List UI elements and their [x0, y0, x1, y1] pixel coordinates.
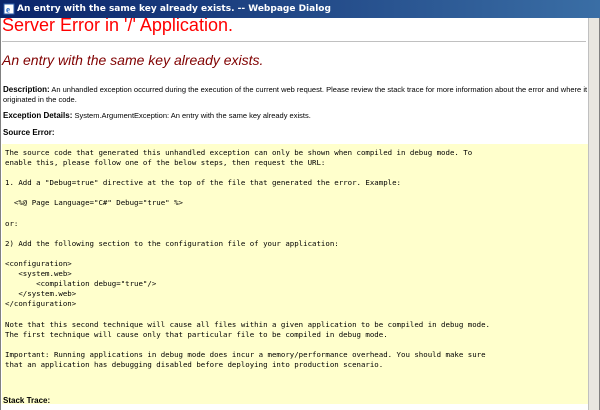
source-error-line [5, 340, 586, 350]
source-error-line: Important: Running applications in debug… [5, 349, 486, 359]
stack-trace-label: Stack Trace: [3, 396, 51, 405]
source-error-line: </system.web> [5, 289, 77, 299]
source-error-line: enable this, please follow one of the be… [5, 158, 326, 168]
source-error-line: <%@ Page Language="C#" Debug="true" %> [5, 198, 183, 208]
description-label: Description: [3, 85, 50, 94]
ie-page-icon: e [3, 3, 15, 15]
source-error-line: </configuration> [5, 299, 77, 309]
window-titlebar[interactable]: e An entry with the same key already exi… [0, 0, 600, 18]
window-title: An entry with the same key already exist… [17, 4, 331, 14]
source-error-line [5, 310, 586, 320]
exception-label: Exception Details: [3, 111, 73, 120]
svg-text:e: e [6, 5, 10, 15]
source-error-box: The source code that generated this unha… [2, 144, 589, 404]
source-error-line: The source code that generated this unha… [5, 148, 473, 157]
exception-paragraph: Exception Details: System.ArgumentExcept… [3, 111, 589, 121]
error-document: Server Error in '/' Application. An entr… [1, 18, 589, 410]
source-error-line [5, 249, 586, 259]
source-error-line: that an application has debugging disabl… [5, 359, 384, 369]
source-error-line: <configuration> [5, 259, 72, 269]
dialog-frame: Server Error in '/' Application. An entr… [0, 18, 600, 410]
source-error-line: <system.web> [5, 269, 72, 279]
source-error-line: 1. Add a "Debug=true" directive at the t… [5, 178, 402, 188]
source-error-line [5, 168, 586, 178]
source-error-line: The first technique will cause only that… [5, 329, 388, 339]
vertical-scrollbar[interactable] [588, 18, 599, 410]
source-error-line: Note that this second technique will cau… [5, 319, 490, 329]
exception-text: System.ArgumentException: An entry with … [74, 111, 311, 120]
source-error-line [5, 209, 586, 219]
page-title: Server Error in '/' Application. [2, 18, 233, 35]
source-error-line: or: [5, 218, 19, 228]
description-text: An unhandled exception occurred during t… [51, 85, 588, 94]
description-text-2: originated in the code. [3, 95, 77, 104]
title-divider [2, 41, 586, 42]
description-paragraph: Description: An unhandled exception occu… [3, 85, 589, 105]
source-error-line [5, 229, 586, 239]
error-subtitle: An entry with the same key already exist… [2, 52, 264, 68]
source-error-label: Source Error: [3, 128, 55, 137]
source-error-line: <compilation debug="true"/> [5, 279, 157, 289]
source-error-line [5, 188, 586, 198]
source-error-line: 2) Add the following section to the conf… [5, 238, 339, 248]
